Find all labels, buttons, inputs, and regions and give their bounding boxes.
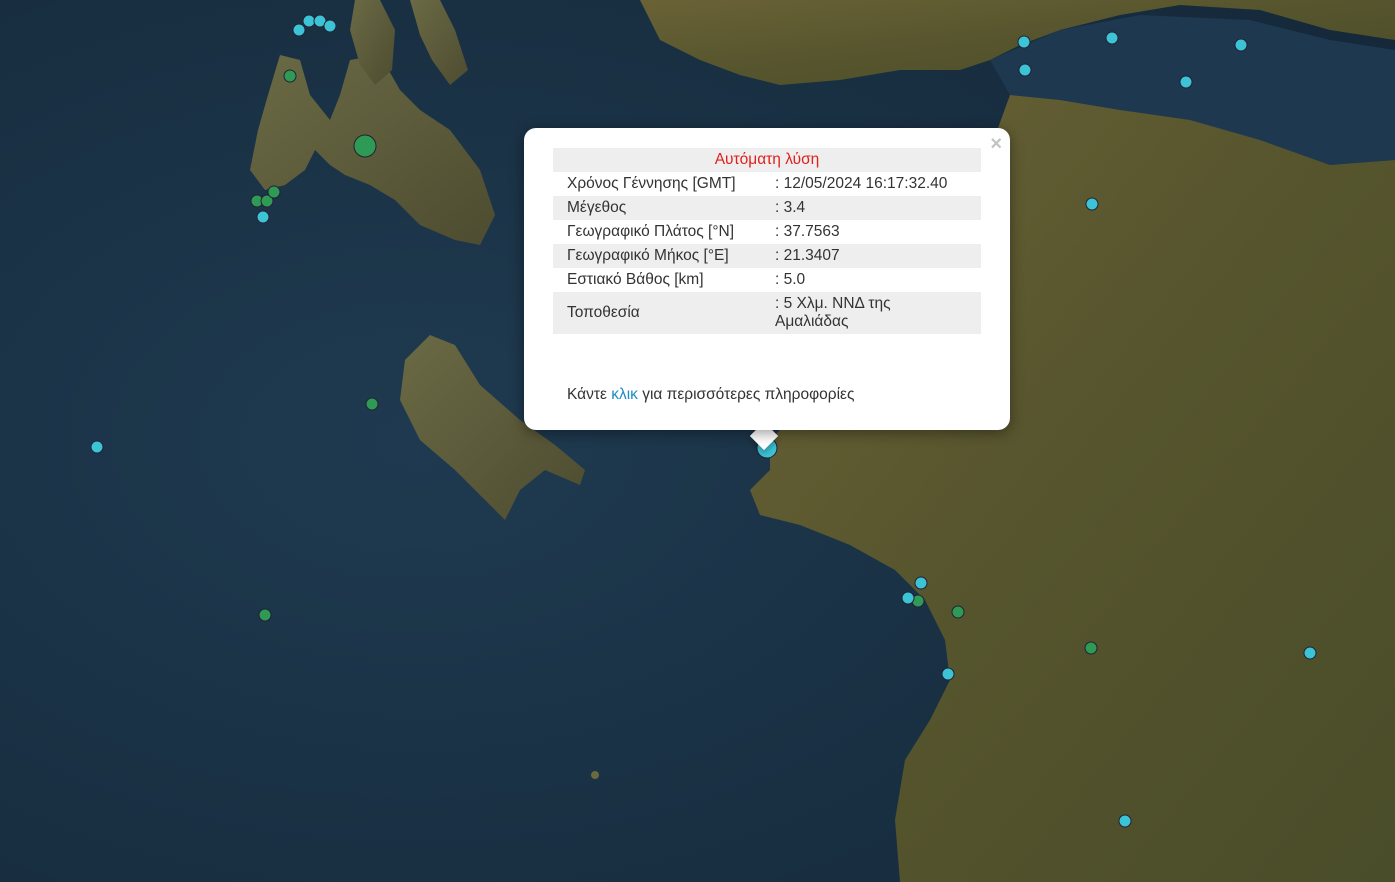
close-icon[interactable]: ×: [990, 132, 1002, 156]
marker-blue[interactable]: [1118, 814, 1132, 828]
table-row: Χρόνος Γέννησης [GMT] : 12/05/2024 16:17…: [553, 172, 981, 196]
row-value-longitude: : 21.3407: [761, 244, 981, 268]
row-label-magnitude: Μέγεθος: [553, 196, 761, 220]
table-row: Γεωγραφικό Πλάτος [°N] : 37.7563: [553, 220, 981, 244]
row-label-origin-time: Χρόνος Γέννησης [GMT]: [567, 175, 736, 192]
marker-blue[interactable]: [914, 576, 928, 590]
marker-blue[interactable]: [1179, 75, 1193, 89]
marker-green[interactable]: [283, 69, 297, 83]
row-label-longitude: Γεωγραφικό Μήκος [°E]: [553, 244, 761, 268]
table-row: Τοποθεσία : 5 Χλμ. ΝΝΔ της Αμαλιάδας: [553, 292, 981, 334]
marker-blue[interactable]: [901, 591, 915, 605]
popup-title: Αυτόματη λύση: [553, 148, 981, 172]
row-label-location: Τοποθεσία: [553, 292, 761, 334]
more-info-link[interactable]: κλικ: [611, 386, 638, 403]
marker-green[interactable]: [365, 397, 379, 411]
marker-blue[interactable]: [1105, 31, 1119, 45]
row-value-latitude: : 37.7563: [775, 223, 840, 240]
table-row: Εστιακό Βάθος [km] : 5.0: [553, 268, 981, 292]
marker-blue[interactable]: [90, 440, 104, 454]
row-value-depth: : 5.0: [775, 271, 806, 288]
popup-header-row: Αυτόματη λύση: [553, 148, 981, 172]
marker-blue[interactable]: [1234, 38, 1248, 52]
row-label-latitude: Γεωγραφικό Πλάτος [°N]: [567, 223, 735, 240]
footer-text-before: Κάντε: [567, 386, 612, 403]
marker-blue[interactable]: [1303, 646, 1317, 660]
marker-blue[interactable]: [1018, 63, 1032, 77]
marker-blue[interactable]: [292, 23, 306, 37]
marker-blue[interactable]: [256, 210, 270, 224]
marker-blue[interactable]: [941, 667, 955, 681]
marker-blue[interactable]: [302, 14, 316, 28]
marker-green[interactable]: [951, 605, 965, 619]
marker-blue[interactable]: [1017, 35, 1031, 49]
islet: [591, 771, 599, 779]
marker-green[interactable]: [267, 185, 281, 199]
table-row: Μέγεθος : 3.4: [553, 196, 981, 220]
marker-blue[interactable]: [323, 19, 337, 33]
row-value-magnitude: : 3.4: [761, 196, 981, 220]
marker-green[interactable]: [1084, 641, 1098, 655]
earthquake-popup: × Αυτόματη λύση Χρόνος Γέννησης [GMT] : …: [524, 128, 1010, 430]
footer-text-after: για περισσότερες πληροφορίες: [637, 386, 855, 403]
row-value-location: : 5 Χλμ. ΝΝΔ της Αμαλιάδας: [761, 292, 981, 334]
earthquake-info-table: Αυτόματη λύση Χρόνος Γέννησης [GMT] : 12…: [553, 148, 981, 334]
marker-blue[interactable]: [1085, 197, 1099, 211]
marker-green[interactable]: [353, 134, 377, 158]
marker-green[interactable]: [258, 608, 272, 622]
row-value-origin-time: : 12/05/2024 16:17:32.40: [775, 175, 948, 192]
table-row: Γεωγραφικό Μήκος [°E] : 21.3407: [553, 244, 981, 268]
popup-footer: Κάντε κλικ για περισσότερες πληροφορίες: [567, 386, 854, 404]
row-label-depth: Εστιακό Βάθος [km]: [567, 271, 704, 288]
